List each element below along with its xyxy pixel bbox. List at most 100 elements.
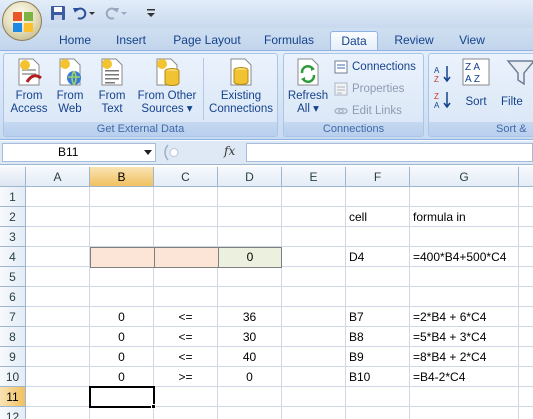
row-header-2[interactable]: 2: [0, 207, 26, 227]
refresh-all-button[interactable]: Refresh All ▾: [286, 56, 330, 116]
column-header-h[interactable]: [519, 167, 533, 187]
name-box[interactable]: B11: [2, 143, 156, 162]
text-file-icon: [96, 56, 128, 88]
row-header-12[interactable]: 12: [0, 407, 26, 419]
cell-f8[interactable]: B8: [346, 327, 410, 347]
fill-handle[interactable]: [151, 404, 156, 409]
cell-d8[interactable]: 30: [218, 327, 282, 347]
edit-links-button[interactable]: Edit Links: [334, 102, 402, 120]
row-header-9[interactable]: 9: [0, 347, 26, 367]
title-bar: [0, 0, 533, 28]
properties-button[interactable]: Properties: [334, 80, 404, 98]
cell-f9[interactable]: B9: [346, 347, 410, 367]
cell-b7[interactable]: 0: [90, 307, 154, 327]
refresh-icon: [292, 56, 324, 88]
from-web-line2: Web: [58, 103, 82, 115]
existing-connections-icon: [225, 56, 257, 88]
save-icon[interactable]: [50, 5, 66, 21]
column-header-d[interactable]: D: [218, 167, 282, 187]
cell-g10[interactable]: =B4-2*C4: [410, 367, 519, 387]
tab-formulas[interactable]: Formulas: [256, 31, 322, 50]
svg-text:A: A: [434, 101, 440, 110]
from-other-line2: Sources ▾: [141, 103, 193, 115]
cell-f2[interactable]: cell: [346, 207, 410, 227]
chevron-down-icon[interactable]: [144, 150, 152, 155]
edit-links-label: Edit Links: [352, 105, 402, 117]
cell-c8[interactable]: <=: [154, 327, 218, 347]
cell-c7[interactable]: <=: [154, 307, 218, 327]
tab-view[interactable]: View: [450, 31, 494, 50]
from-access-button[interactable]: From Access: [7, 56, 51, 116]
row-header-8[interactable]: 8: [0, 327, 26, 347]
cell-g2[interactable]: formula in: [410, 207, 519, 227]
cell-b8[interactable]: 0: [90, 327, 154, 347]
row-header-11[interactable]: 11: [0, 387, 26, 407]
cell-g4[interactable]: =400*B4+500*C4: [410, 247, 519, 267]
row-header-1[interactable]: 1: [0, 187, 26, 207]
sort-button[interactable]: Z A A Z Sort: [458, 56, 494, 109]
sort-dialog-icon: Z A A Z: [460, 56, 492, 88]
access-database-icon: [13, 56, 45, 88]
redo-dropdown-icon[interactable]: [120, 5, 128, 21]
cell-c9[interactable]: <=: [154, 347, 218, 367]
cell-g8[interactable]: =5*B4 + 3*C4: [410, 327, 519, 347]
tab-review[interactable]: Review: [386, 31, 442, 50]
from-access-line1: From: [15, 90, 43, 102]
existing-connections-button[interactable]: Existing Connections: [205, 56, 277, 116]
insert-function-icon[interactable]: fx: [224, 144, 235, 158]
undo-dropdown-icon[interactable]: [88, 5, 96, 21]
sort-z-to-a-button[interactable]: ZA: [433, 90, 453, 110]
column-header-a[interactable]: A: [26, 167, 90, 187]
cell-b10[interactable]: 0: [90, 367, 154, 387]
cell-c4[interactable]: [154, 247, 219, 268]
undo-icon[interactable]: [72, 5, 88, 21]
row-header-7[interactable]: 7: [0, 307, 26, 327]
column-header-c[interactable]: C: [154, 167, 218, 187]
row-header-3[interactable]: 3: [0, 227, 26, 247]
column-header-g[interactable]: G: [410, 167, 519, 187]
cell-c10[interactable]: >=: [154, 367, 218, 387]
cell-d7[interactable]: 36: [218, 307, 282, 327]
cell-b9[interactable]: 0: [90, 347, 154, 367]
selected-cell-b11[interactable]: [89, 386, 155, 408]
tab-home[interactable]: Home: [52, 31, 98, 50]
tab-data[interactable]: Data: [330, 31, 378, 50]
select-all-corner[interactable]: [0, 167, 26, 187]
column-header-f[interactable]: F: [346, 167, 410, 187]
from-web-button[interactable]: From Web: [51, 56, 89, 116]
office-button[interactable]: [2, 1, 42, 41]
group-divider: [203, 58, 204, 120]
redo-icon[interactable]: [104, 5, 120, 21]
tab-insert[interactable]: Insert: [108, 31, 154, 50]
sort-a-to-z-button[interactable]: AZ: [433, 64, 453, 84]
filter-button[interactable]: Filte: [501, 56, 533, 109]
connections-icon: [334, 60, 348, 74]
connections-button[interactable]: Connections: [334, 58, 416, 76]
group-label-connections: Connections: [284, 122, 423, 136]
from-other-sources-button[interactable]: From Other Sources ▾: [134, 56, 200, 116]
properties-icon: [334, 82, 348, 96]
cell-g7[interactable]: =2*B4 + 6*C4: [410, 307, 519, 327]
row-header-4[interactable]: 4: [0, 247, 26, 267]
cell-d10[interactable]: 0: [218, 367, 282, 387]
cell-b4[interactable]: [90, 247, 155, 268]
cell-d4[interactable]: 0: [218, 247, 282, 268]
cell-f4[interactable]: D4: [346, 247, 410, 267]
cell-g9[interactable]: =8*B4 + 2*C4: [410, 347, 519, 367]
cell-f10[interactable]: B10: [346, 367, 410, 387]
filter-funnel-icon: [505, 56, 533, 88]
cell-f7[interactable]: B7: [346, 307, 410, 327]
group-label-get-external-data: Get External Data: [4, 122, 277, 136]
row-header-5[interactable]: 5: [0, 267, 26, 287]
from-other-line1: From Other: [137, 90, 197, 102]
column-header-e[interactable]: E: [282, 167, 346, 187]
cell-d9[interactable]: 40: [218, 347, 282, 367]
row-header-10[interactable]: 10: [0, 367, 26, 387]
office-logo-icon: [12, 11, 34, 33]
column-header-b[interactable]: B: [90, 167, 154, 187]
from-text-button[interactable]: From Text: [93, 56, 131, 116]
row-header-6[interactable]: 6: [0, 287, 26, 307]
customize-icon[interactable]: [146, 5, 156, 21]
tab-page-layout[interactable]: Page Layout: [168, 31, 246, 50]
formula-input[interactable]: [246, 143, 533, 162]
